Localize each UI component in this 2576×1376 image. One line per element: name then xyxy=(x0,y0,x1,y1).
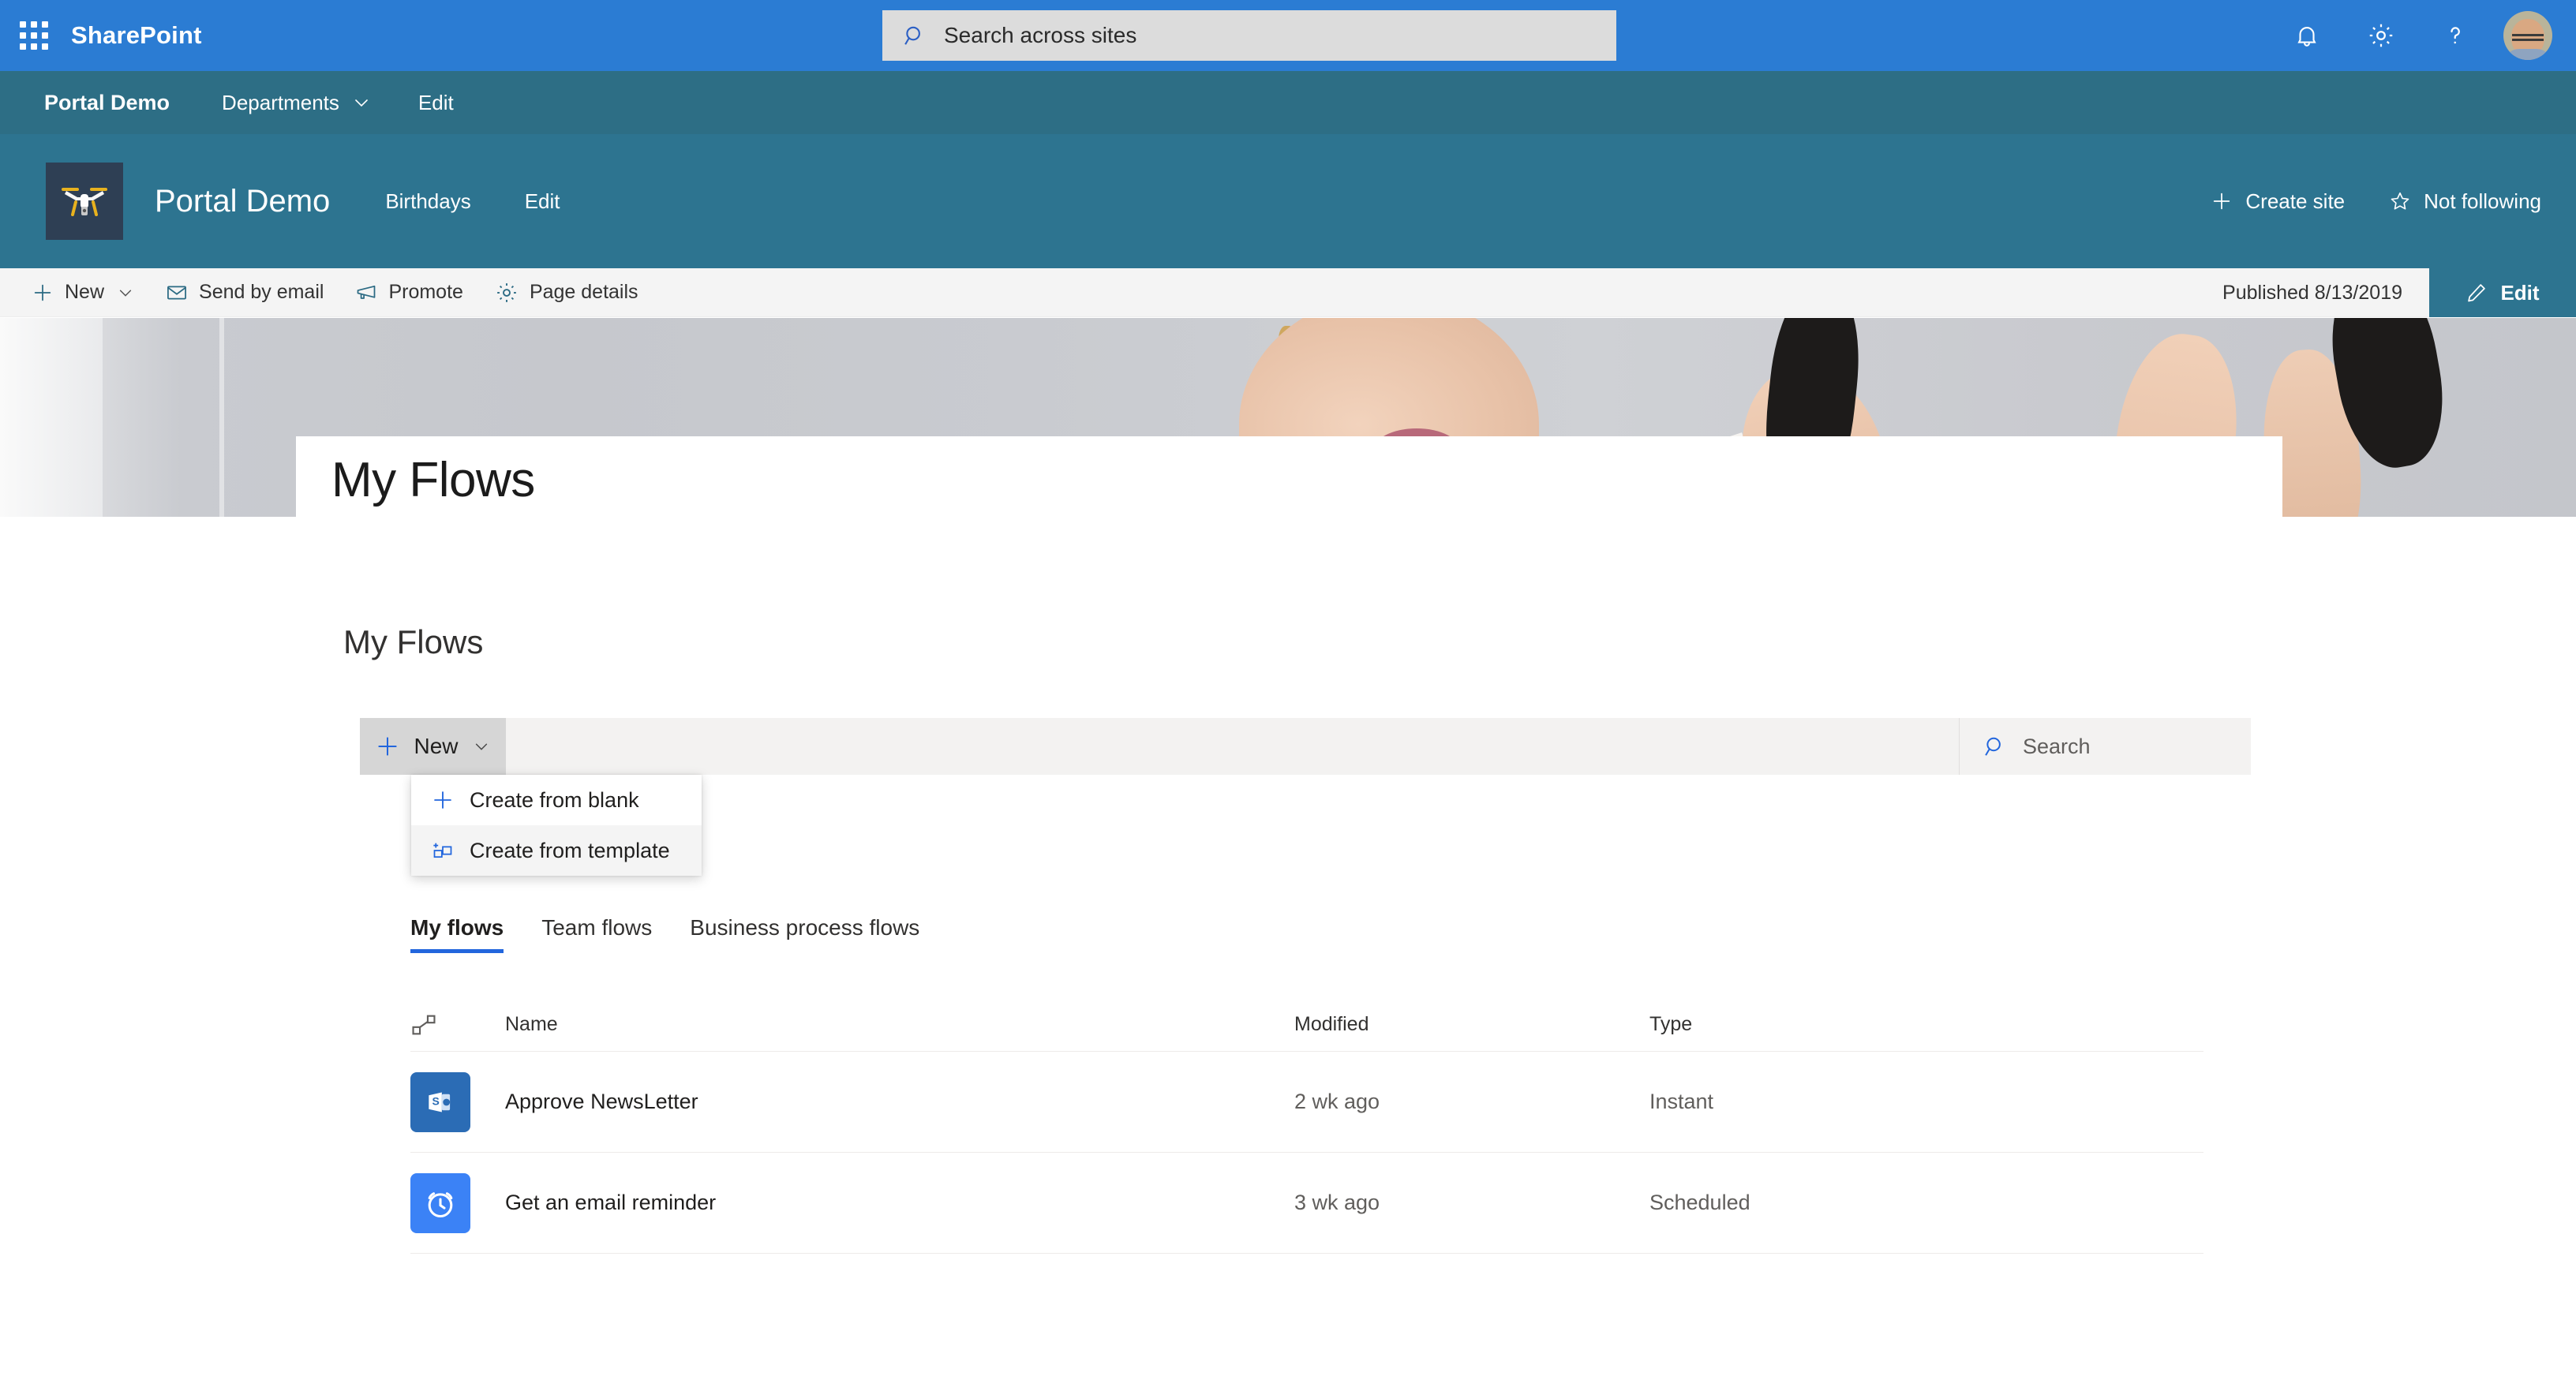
column-header-modified[interactable]: Modified xyxy=(1294,1013,1649,1036)
gear-icon xyxy=(495,281,519,305)
command-page-details-label: Page details xyxy=(529,281,638,303)
hub-link-label: Edit xyxy=(417,90,454,114)
suite-bar: SharePoint Search across sites xyxy=(0,0,2576,71)
bell-icon[interactable] xyxy=(2270,0,2344,71)
menu-item-create-from-template[interactable]: Create from template xyxy=(411,825,702,876)
tab-business-process-flows[interactable]: Business process flows xyxy=(690,915,940,953)
site-header: Portal Demo Birthdays Edit Create site N… xyxy=(0,134,2576,268)
chevron-down-icon xyxy=(473,738,490,755)
gear-icon[interactable] xyxy=(2344,0,2418,71)
tab-team-flows[interactable]: Team flows xyxy=(541,915,672,953)
tab-label: Business process flows xyxy=(690,915,920,940)
search-icon xyxy=(903,24,927,47)
webpart-title: My Flows xyxy=(343,623,484,660)
row-icon: S xyxy=(410,1071,505,1132)
menu-item-label: Create from blank xyxy=(470,787,639,812)
flow-name[interactable]: Approve NewsLetter xyxy=(505,1090,1294,1114)
avatar-glasses xyxy=(2512,34,2544,42)
column-header-type[interactable]: Type xyxy=(1649,1013,2203,1036)
site-nav-item-birthdays[interactable]: Birthdays xyxy=(385,189,470,214)
page-title: My Flows xyxy=(331,453,535,507)
command-send-by-email-label: Send by email xyxy=(199,281,324,303)
hub-link-label: Departments xyxy=(222,90,339,114)
edit-page-button[interactable]: Edit xyxy=(2429,268,2576,317)
create-site-button[interactable]: Create site xyxy=(2211,189,2345,214)
command-promote-label: Promote xyxy=(388,281,463,303)
template-icon xyxy=(432,839,454,862)
alarm-clock-icon xyxy=(410,1172,470,1233)
flow-search-input[interactable]: Search xyxy=(1959,718,2251,775)
site-header-actions: Create site Not following xyxy=(2166,134,2541,268)
command-new-button[interactable]: New xyxy=(16,268,150,317)
flow-modified: 2 wk ago xyxy=(1294,1090,1380,1113)
flow-name[interactable]: Get an email reminder xyxy=(505,1191,1294,1215)
flow-modified: 3 wk ago xyxy=(1294,1191,1380,1214)
not-following-label: Not following xyxy=(2424,189,2541,213)
plus-icon xyxy=(432,789,454,811)
search-across-sites-input[interactable]: Search across sites xyxy=(882,10,1616,61)
flow-search-placeholder: Search xyxy=(2023,734,2091,758)
drone-logo-icon[interactable] xyxy=(46,163,123,240)
hub-link-departments[interactable]: Departments xyxy=(222,91,371,115)
avatar[interactable] xyxy=(2503,11,2552,60)
hub-nav-bar: Portal Demo Departments Edit xyxy=(0,71,2576,134)
question-icon[interactable] xyxy=(2418,0,2492,71)
plus-icon xyxy=(32,282,54,304)
flow-toolbar: New Search xyxy=(360,718,2251,775)
command-new-label: New xyxy=(65,281,105,303)
tab-label: Team flows xyxy=(541,915,653,940)
hero-wall-left xyxy=(0,318,103,517)
sharepoint-icon: S xyxy=(410,1071,470,1132)
megaphone-icon xyxy=(355,282,377,304)
hero-wall-seam xyxy=(219,318,224,517)
published-status: Published 8/13/2019 xyxy=(2222,281,2402,304)
search-icon xyxy=(1983,735,2007,758)
sharepoint-brand[interactable]: SharePoint xyxy=(68,21,202,50)
page-command-bar: New Send by email Promote Page details P… xyxy=(0,268,2576,317)
chevron-down-icon xyxy=(352,93,371,112)
command-send-by-email-button[interactable]: Send by email xyxy=(150,268,339,317)
table-row[interactable]: Get an email reminder 3 wk ago Scheduled xyxy=(410,1153,2203,1254)
site-nav-item-edit[interactable]: Edit xyxy=(525,189,560,214)
search-placeholder: Search across sites xyxy=(944,23,1137,47)
hub-link-edit[interactable]: Edit xyxy=(418,91,454,115)
menu-item-create-from-blank[interactable]: Create from blank xyxy=(411,775,702,825)
table-header-row: Name Modified Type xyxy=(410,998,2203,1052)
flow-tabs: My flows Team flows Business process flo… xyxy=(410,915,957,953)
command-bar-right: Published 8/13/2019 Edit xyxy=(2222,268,2576,317)
star-icon xyxy=(2389,190,2411,212)
edit-page-label: Edit xyxy=(2500,280,2540,305)
mail-icon xyxy=(166,282,188,304)
row-icon xyxy=(410,1172,505,1233)
hub-title[interactable]: Portal Demo xyxy=(44,91,170,115)
avatar-shirt xyxy=(2503,49,2552,60)
chevron-down-icon xyxy=(117,284,134,301)
column-header-name[interactable]: Name xyxy=(505,1013,1294,1036)
plus-icon xyxy=(2211,190,2233,212)
page-title-card xyxy=(296,436,2282,523)
new-flow-dropdown-menu: Create from blank Create from template xyxy=(411,775,702,876)
app-launcher-icon[interactable] xyxy=(0,0,68,71)
command-promote-button[interactable]: Promote xyxy=(339,268,478,317)
site-nav: Birthdays Edit xyxy=(385,189,613,214)
svg-text:S: S xyxy=(432,1094,440,1107)
site-title[interactable]: Portal Demo xyxy=(155,184,330,219)
menu-item-label: Create from template xyxy=(470,838,670,862)
table-row[interactable]: S Approve NewsLetter 2 wk ago Instant xyxy=(410,1052,2203,1153)
pencil-icon xyxy=(2466,282,2488,304)
flow-connector-icon xyxy=(410,1011,505,1038)
flows-table: Name Modified Type S Approve NewsLetter … xyxy=(410,998,2203,1254)
create-site-label: Create site xyxy=(2245,189,2346,213)
new-flow-label: New xyxy=(414,734,459,758)
suite-actions xyxy=(2270,0,2576,71)
not-following-button[interactable]: Not following xyxy=(2389,189,2541,214)
flow-type: Instant xyxy=(1649,1090,1714,1113)
new-flow-button[interactable]: New xyxy=(360,718,506,775)
command-page-details-button[interactable]: Page details xyxy=(479,268,654,317)
tab-label: My flows xyxy=(410,915,504,940)
waffle-grid xyxy=(20,21,48,50)
flow-type: Scheduled xyxy=(1649,1191,1750,1214)
plus-icon xyxy=(376,735,399,758)
tab-my-flows[interactable]: My flows xyxy=(410,915,524,953)
